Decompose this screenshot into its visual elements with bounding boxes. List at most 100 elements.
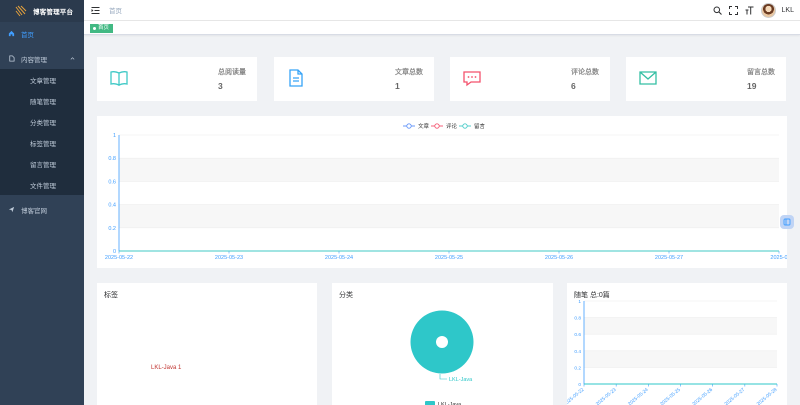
sidebar-item-label: 博客官网 [21, 207, 47, 215]
legend-label: 评论 [446, 122, 458, 130]
sidebar-subitem[interactable]: 分类管理 [0, 111, 84, 132]
mail-icon [639, 71, 657, 85]
stat-card-messages[interactable]: 留言总数 19 [626, 57, 786, 101]
document-icon [9, 55, 15, 62]
font-size-icon[interactable] [745, 6, 755, 16]
x-tick-label: 2025-05-24 [627, 387, 650, 405]
tag-cloud-word[interactable]: LKL-Java 1 [151, 365, 181, 371]
brand-logo-icon [15, 5, 27, 17]
sidebar-subitem[interactable]: 留言管理 [0, 153, 84, 174]
sidebar-item-home[interactable]: 首页 [0, 23, 84, 44]
stat-value: 19 [747, 81, 757, 91]
stat-value: 3 [218, 81, 223, 91]
category-pie-card: 分类 LKL-Java LKL-Java [332, 283, 553, 405]
sidebar-subitem-label: 文件管理 [30, 182, 56, 190]
stat-label: 留言总数 [747, 69, 775, 76]
grid-band [584, 317, 777, 335]
pie-chart: LKL-JavaLKL-Java [410, 310, 474, 405]
x-tick-label: 2025-05-27 [723, 387, 746, 405]
hamburger-icon[interactable] [91, 6, 100, 15]
essay-line-chart: 0 0.2 0.4 0.6 0.8 1 2025-05-22 2025-05-23 2025-0… [567, 299, 779, 405]
x-tick-label: 2025-05-23 [215, 255, 243, 261]
sidebar: 博客管理平台 首页 内容管理 文章管理 随笔管理 分类管理 标签管理 留言管理 文件管理 … [0, 0, 84, 405]
x-tick-label: 2025-05-25 [659, 387, 682, 405]
x-tick-label: 2025-05-25 [435, 255, 463, 261]
sidebar-item-content[interactable]: 内容管理 [0, 48, 84, 69]
sidebar-subitem[interactable]: 随笔管理 [0, 90, 84, 111]
document-icon [289, 69, 303, 87]
sidebar-subitem-label: 随笔管理 [30, 98, 56, 106]
y-tick-label: 1 [113, 133, 116, 139]
fullscreen-icon[interactable] [729, 6, 739, 16]
stat-card-comments[interactable]: 评论总数 6 [450, 57, 610, 101]
legend-label: 留言 [474, 122, 486, 130]
grid-band [119, 158, 779, 182]
pie-label-line [439, 374, 447, 380]
x-tick-label: 2025-05-24 [325, 255, 353, 261]
y-tick-label: 1 [578, 299, 581, 305]
header-actions: LKL [713, 0, 794, 21]
stat-label: 文章总数 [395, 69, 423, 76]
line-chart: 文章 评论 留言00.20.40.60.812025-05-22 2025-05-23… [105, 122, 788, 261]
x-tick-label: 2025-05-22 [105, 255, 133, 261]
tag-active-dot [93, 27, 96, 30]
legend-marker [434, 123, 440, 129]
username[interactable]: LKL [782, 7, 794, 14]
y-tick-label: 0.2 [574, 365, 581, 371]
book-icon [110, 71, 128, 87]
legend-marker [462, 123, 468, 129]
y-tick-label: 0.4 [108, 203, 116, 209]
sidebar-item-blog-site[interactable]: 博客官网 [0, 199, 84, 220]
theme-settings-button[interactable] [780, 215, 794, 229]
legend-label: 文章 [418, 122, 430, 130]
tag-label: 首页 [98, 25, 110, 31]
y-tick-label: 0.8 [108, 156, 116, 162]
essay-chart-card: 随笔 总:0篇 0 0.2 0.4 0.6 0.8 1 2025-05-22 2025-05-… [567, 283, 787, 405]
stat-card-reads[interactable]: 总阅读量 3 [97, 57, 257, 101]
brand-title: 博客管理平台 [33, 9, 74, 16]
sidebar-subitem[interactable]: 标签管理 [0, 132, 84, 153]
pie-slice-label: LKL-Java [449, 377, 473, 383]
stat-card-articles[interactable]: 文章总数 1 [274, 57, 434, 101]
sidebar-item-label: 首页 [21, 31, 34, 39]
y-tick-label: 0.4 [574, 349, 581, 355]
avatar[interactable] [760, 3, 776, 18]
breadcrumb[interactable]: 首页 [109, 5, 122, 15]
y-tick-label: 0.2 [108, 226, 116, 232]
card-title: 标签 [104, 292, 118, 299]
send-icon [8, 206, 15, 213]
submenu-content: 文章管理随笔管理分类管理标签管理留言管理文件管理 [0, 69, 84, 195]
x-tick-label: 2025-05-22 [567, 387, 586, 405]
sidebar-subitem[interactable]: 文章管理 [0, 69, 84, 90]
tag-home[interactable]: 首页 [90, 24, 114, 33]
stat-label: 总阅读量 [218, 69, 246, 76]
y-tick-label: 0.6 [108, 179, 116, 185]
line-chart-card: 文章 评论 留言 0 0.2 0.4 0.6 0.8 1 2025-05-22 2025-05-23… [97, 116, 788, 268]
sidebar-subitem-label: 分类管理 [30, 119, 56, 127]
x-tick-label: 2025-05-27 [655, 255, 683, 261]
home-icon [8, 30, 15, 37]
sidebar-subitem-label: 标签管理 [30, 140, 56, 148]
grid-band [584, 350, 777, 368]
tags-view-bar: 首页 [84, 21, 800, 35]
chevron-up-icon [70, 57, 75, 60]
tag-cloud-card: 标签 LKL-Java 1 [97, 283, 317, 405]
x-tick-label: 2025-05-28 [756, 387, 779, 405]
stat-value: 6 [571, 81, 576, 91]
grid-band [119, 204, 779, 228]
y-tick-label: 0.6 [574, 332, 581, 338]
settings-icon [783, 218, 791, 226]
legend-swatch [425, 401, 435, 405]
navbar: 首页 LKL [84, 0, 800, 21]
search-icon[interactable] [713, 6, 723, 16]
y-tick-label: 0.8 [574, 316, 581, 322]
x-tick-label: 2025-05-23 [595, 387, 618, 405]
sidebar-subitem-label: 留言管理 [30, 161, 56, 169]
stat-value: 1 [395, 81, 400, 91]
x-tick-label: 2025-05-26 [691, 387, 714, 405]
brand[interactable]: 博客管理平台 [0, 0, 84, 22]
sidebar-item-label: 内容管理 [21, 56, 47, 64]
pie-hole [436, 336, 448, 348]
sidebar-subitem[interactable]: 文件管理 [0, 174, 84, 195]
sidebar-group-content: 内容管理 文章管理随笔管理分类管理标签管理留言管理文件管理 [0, 48, 84, 195]
